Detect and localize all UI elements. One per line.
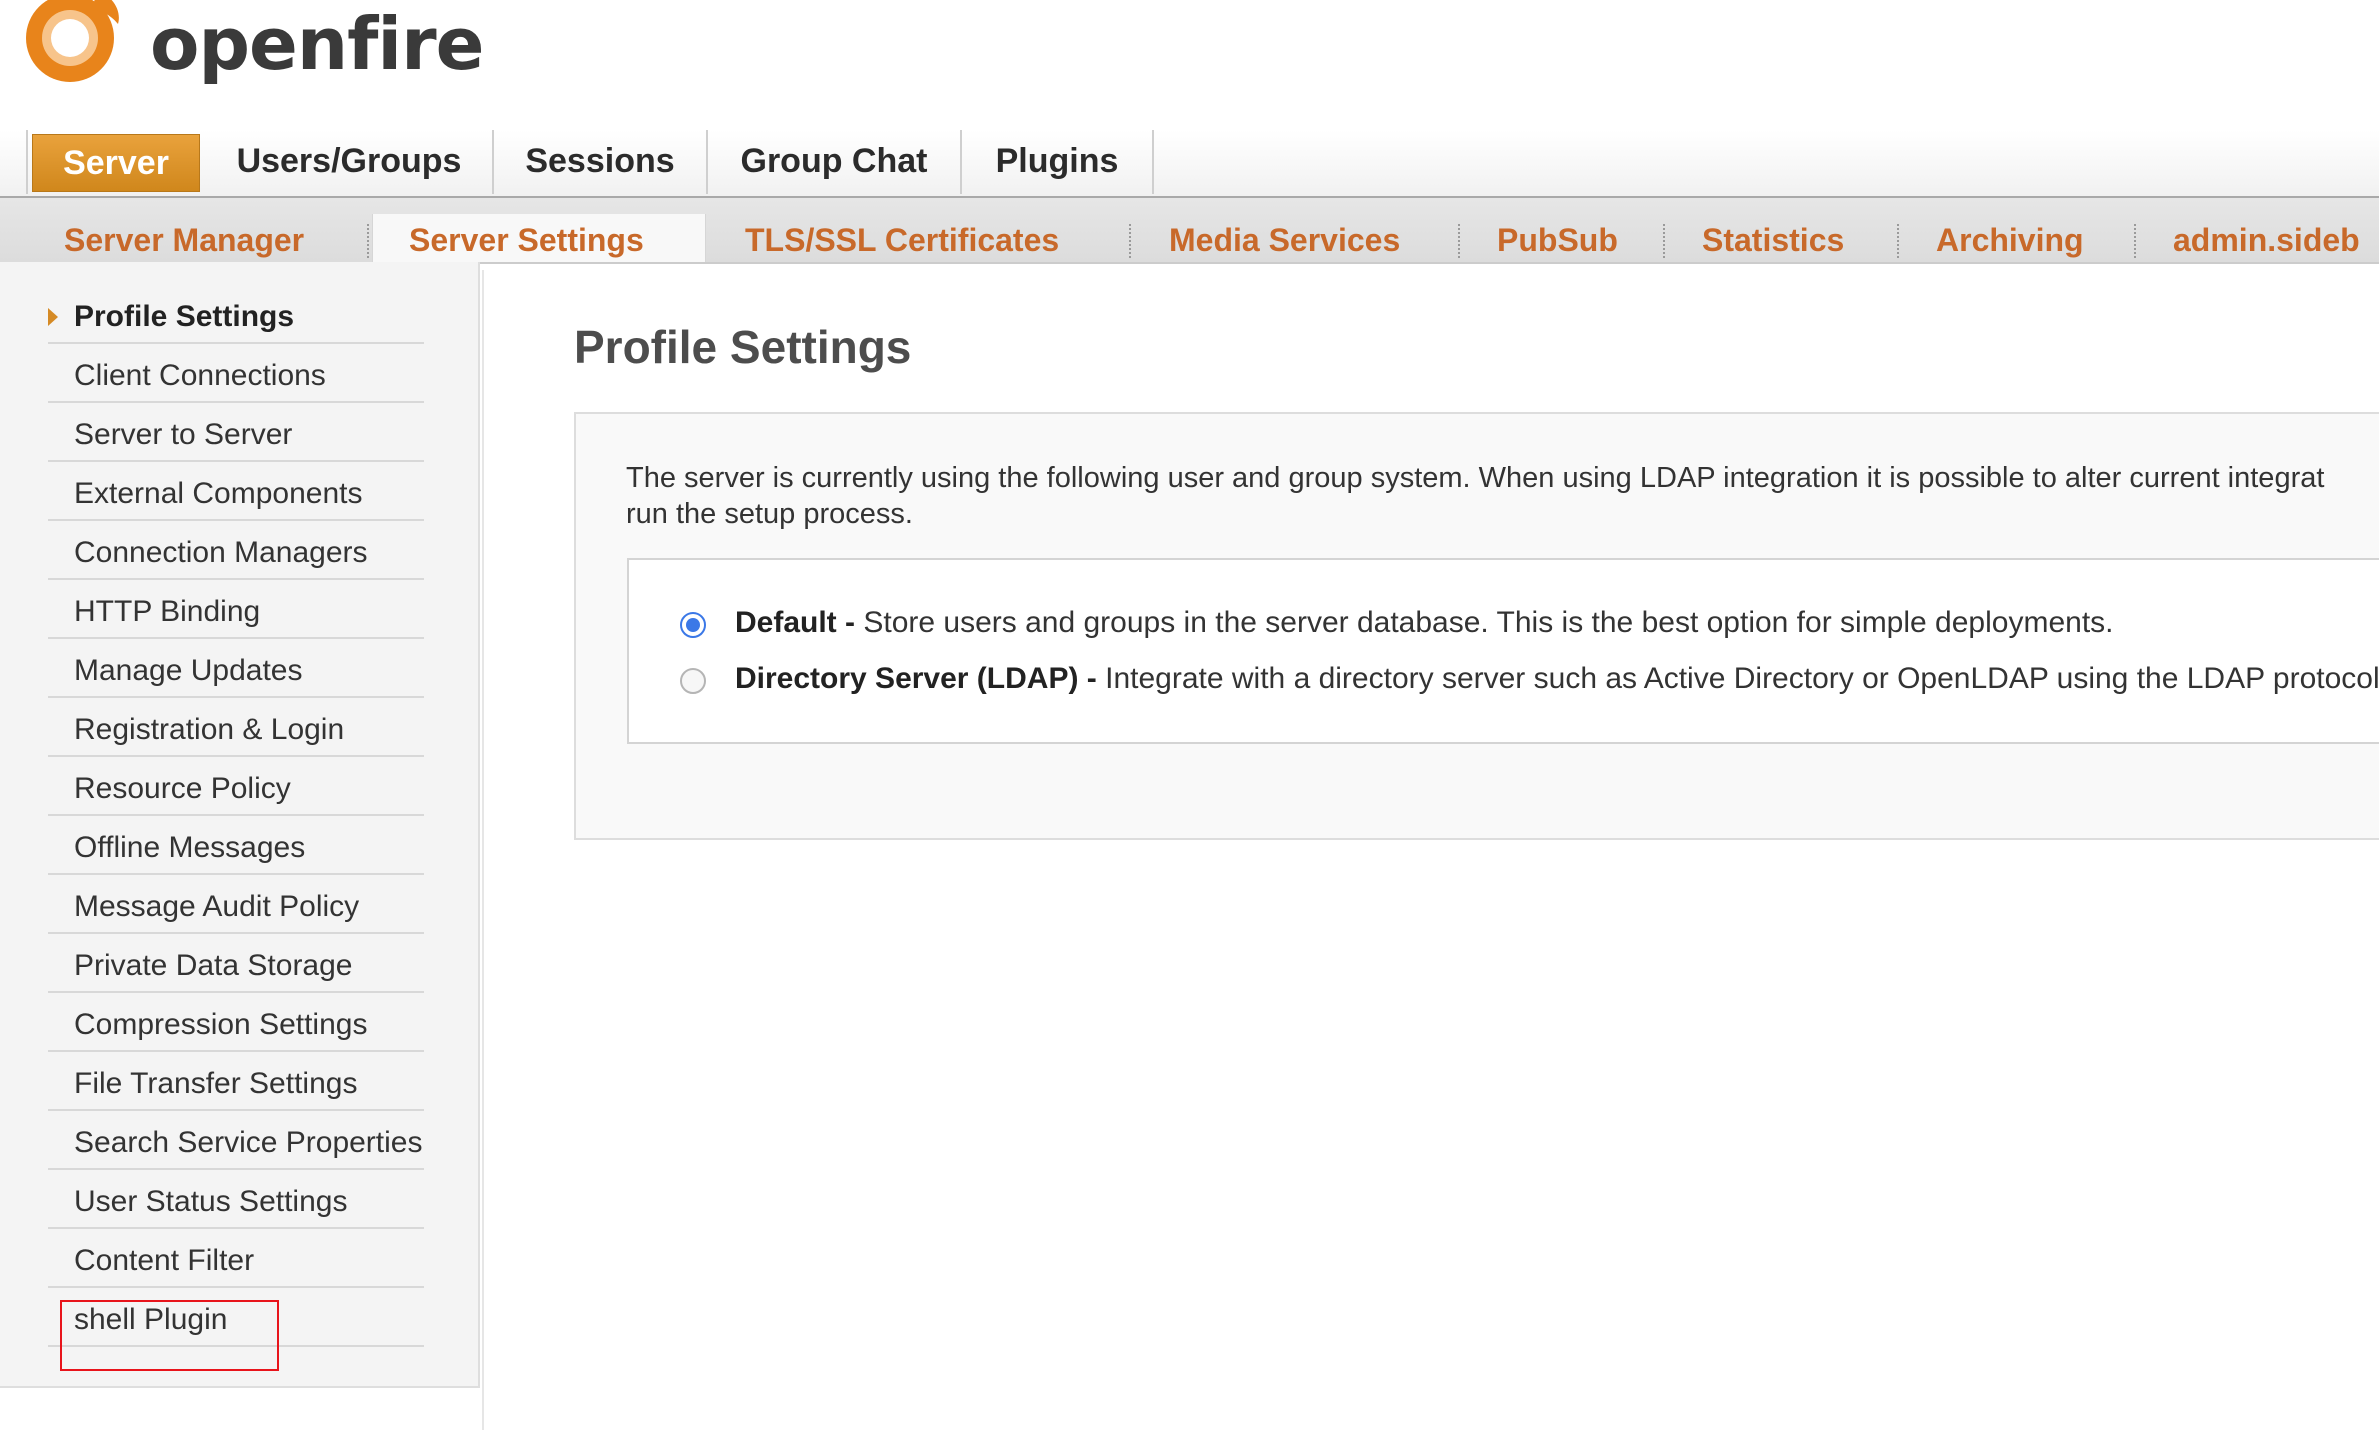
sidebar-item-resource-policy[interactable]: Resource Policy (48, 758, 424, 816)
sidebar-item-label: Connection Managers (74, 536, 368, 569)
subtab-archiving[interactable]: Archiving (1936, 214, 2084, 262)
main-tab-spacer (0, 130, 28, 194)
subtab-separator (2134, 224, 2136, 258)
page-title: Profile Settings (574, 321, 912, 373)
subtab-media-services[interactable]: Media Services (1169, 214, 1400, 262)
sidebar-item-manage-updates[interactable]: Manage Updates (48, 640, 424, 698)
sidebar-item-registration-login[interactable]: Registration & Login (48, 699, 424, 757)
subtab-server-manager[interactable]: Server Manager (64, 214, 304, 262)
sidebar-item-label: Manage Updates (74, 654, 303, 687)
logo-trademark: ™ (385, 18, 399, 34)
sidebar-item-label: External Components (74, 477, 363, 510)
sidebar-item-server-to-server[interactable]: Server to Server (48, 404, 424, 462)
sidebar-item-offline-messages[interactable]: Offline Messages (48, 817, 424, 875)
sidebar-item-label: Client Connections (74, 359, 326, 392)
sidebar-item-label: Message Audit Policy (74, 890, 360, 923)
option-description: Integrate with a directory server such a… (1105, 662, 2379, 695)
user-system-options (627, 558, 2379, 744)
sidebar-item-label: File Transfer Settings (74, 1067, 358, 1100)
radio-ldap[interactable] (680, 668, 706, 694)
sidebar-item-label: Server to Server (74, 418, 293, 451)
active-arrow-icon (48, 308, 58, 326)
tab-users-groups[interactable]: Users/Groups (206, 130, 494, 194)
sidebar-item-label: Registration & Login (74, 713, 345, 746)
logo-wordmark: openfire (150, 2, 484, 86)
main-tab-bar: Server Users/Groups Sessions Group Chat … (0, 130, 2379, 198)
sidebar-item-label: Profile Settings (74, 300, 295, 333)
sidebar: Profile Settings Client Connections Serv… (0, 262, 480, 1388)
subtab-server-settings[interactable]: Server Settings (372, 214, 706, 262)
sidebar-item-user-status-settings[interactable]: User Status Settings (48, 1171, 424, 1229)
subtab-separator (1663, 224, 1665, 258)
sidebar-item-label: User Status Settings (74, 1185, 348, 1218)
option-name: Directory Server (LDAP) (735, 662, 1079, 695)
intro-text-line: The server is currently using the follow… (626, 462, 2325, 494)
sidebar-item-content-filter[interactable]: Content Filter (48, 1230, 424, 1288)
sidebar-item-label: Resource Policy (74, 772, 291, 805)
header: openfire ™ (0, 0, 2379, 132)
intro-text: The server is currently using the follow… (626, 460, 2379, 532)
sidebar-item-client-connections[interactable]: Client Connections (48, 345, 424, 403)
sidebar-item-message-audit-policy[interactable]: Message Audit Policy (48, 876, 424, 934)
tab-sessions[interactable]: Sessions (494, 130, 708, 194)
sidebar-item-connection-managers[interactable]: Connection Managers (48, 522, 424, 580)
sidebar-item-file-transfer-settings[interactable]: File Transfer Settings (48, 1053, 424, 1111)
sidebar-item-external-components[interactable]: External Components (48, 463, 424, 521)
option-name: Default (735, 606, 837, 639)
radio-default[interactable] (680, 612, 706, 638)
intro-text-line: run the setup process. (626, 498, 913, 530)
sidebar-item-search-service-properties[interactable]: Search Service Properties (48, 1112, 424, 1170)
sidebar-item-label: HTTP Binding (74, 595, 261, 628)
tab-group-chat[interactable]: Group Chat (708, 130, 962, 194)
tab-server[interactable]: Server (32, 134, 200, 192)
tab-plugins[interactable]: Plugins (962, 130, 1154, 194)
sub-tab-bar: Server Manager Server Settings TLS/SSL C… (0, 198, 2379, 264)
option-separator: - (836, 606, 864, 639)
sidebar-item-label: Private Data Storage (74, 949, 353, 982)
subtab-statistics[interactable]: Statistics (1702, 214, 1844, 262)
subtab-admin-sidebar[interactable]: admin.sideb (2173, 214, 2360, 262)
highlight-annotation-box (60, 1300, 279, 1371)
sidebar-item-label: Offline Messages (74, 831, 306, 864)
sidebar-item-label: Search Service Properties (74, 1126, 423, 1159)
sidebar-item-compression-settings[interactable]: Compression Settings (48, 994, 424, 1052)
subtab-tls-ssl-certificates[interactable]: TLS/SSL Certificates (745, 214, 1059, 262)
openfire-logo-icon (26, 0, 119, 82)
subtab-separator (1129, 224, 1131, 258)
sidebar-item-label: Compression Settings (74, 1008, 368, 1041)
subtab-separator (367, 224, 369, 258)
subtab-separator (1458, 224, 1460, 258)
subtab-pubsub[interactable]: PubSub (1497, 214, 1618, 262)
option-default[interactable]: Default - Store users and groups in the … (735, 606, 2114, 640)
sidebar-item-http-binding[interactable]: HTTP Binding (48, 581, 424, 639)
subtab-separator (1897, 224, 1899, 258)
sidebar-item-profile-settings[interactable]: Profile Settings (48, 286, 424, 344)
option-description: Store users and groups in the server dat… (863, 606, 2114, 639)
option-ldap[interactable]: Directory Server (LDAP) - Integrate with… (735, 662, 2379, 696)
option-separator: - (1078, 662, 1106, 695)
sidebar-item-label: Content Filter (74, 1244, 255, 1277)
sidebar-item-private-data-storage[interactable]: Private Data Storage (48, 935, 424, 993)
